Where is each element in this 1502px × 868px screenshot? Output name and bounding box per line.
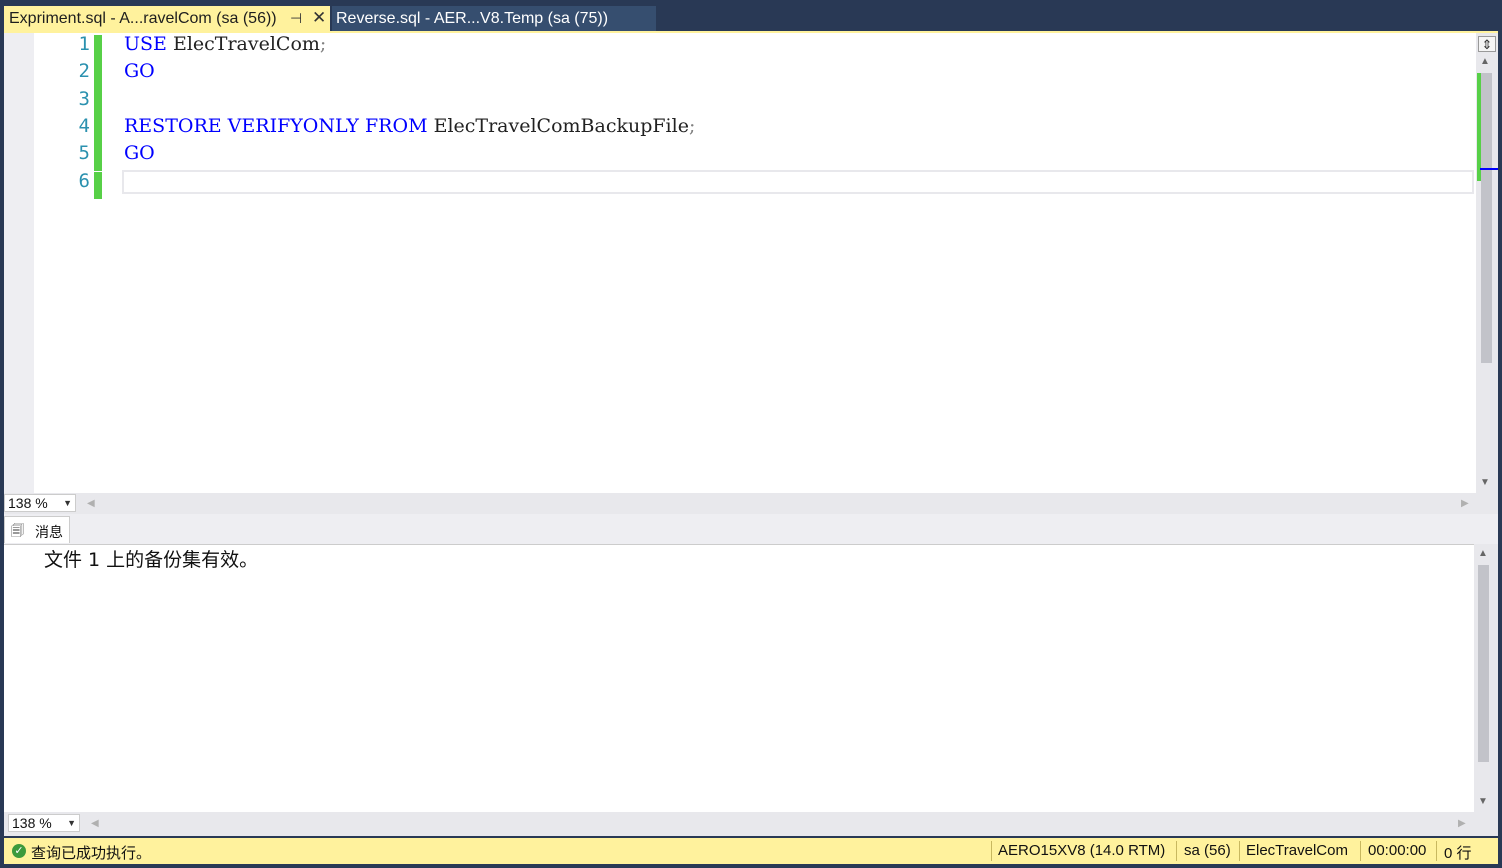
line-number: 4 [78, 114, 90, 137]
zoom-value: 138 % [8, 495, 48, 511]
tab-messages[interactable]: 🗐 消息 [4, 516, 70, 543]
scroll-up-icon[interactable]: ▲ [1480, 56, 1490, 67]
scroll-down-icon[interactable]: ▼ [1478, 796, 1488, 807]
tab-expriment-sql[interactable]: Expriment.sql - A...ravelCom (sa (56)) ⊣… [4, 6, 330, 33]
sql-token: ElecTravelCom [166, 33, 320, 55]
messages-pane[interactable]: 文件 1 上的备份集有效。 [4, 544, 1474, 812]
status-divider [1360, 841, 1361, 861]
code-line[interactable]: GO [124, 60, 155, 82]
scroll-down-icon[interactable]: ▼ [1480, 477, 1490, 488]
code-line[interactable]: USE ElecTravelCom; [124, 33, 326, 55]
status-server: AERO15XV8 (14.0 RTM) [998, 842, 1166, 859]
tab-reverse-sql[interactable]: Reverse.sql - AER...V8.Temp (sa (75)) [332, 6, 656, 33]
current-line-highlight [122, 170, 1474, 194]
sql-keyword: USE [124, 33, 167, 55]
change-bar [94, 171, 102, 199]
sql-token: ; [688, 114, 696, 137]
results-zoom-select[interactable]: 138 % ▼ [8, 814, 80, 832]
sql-token: ; [319, 33, 327, 55]
scrollbar-thumb[interactable] [1481, 73, 1492, 363]
status-rows: 0 行 [1444, 845, 1472, 862]
tab-label: 消息 [35, 524, 63, 540]
close-icon[interactable]: ✕ [312, 8, 326, 28]
sql-keyword: RESTORE [124, 114, 222, 137]
change-bar [94, 116, 102, 145]
line-number: 5 [78, 142, 90, 165]
sql-keyword: FROM [365, 114, 428, 137]
scroll-left-icon[interactable]: ◀ [87, 498, 95, 509]
line-number: 6 [78, 169, 90, 192]
zoom-value: 138 % [12, 815, 52, 831]
results-horizontal-bar [4, 812, 1498, 836]
caret-position-marker [1480, 168, 1498, 170]
scroll-right-icon[interactable]: ▶ [1461, 498, 1469, 509]
code-line[interactable]: GO [124, 142, 155, 164]
code-line[interactable]: RESTORE VERIFYONLY FROM ElecTravelComBac… [124, 115, 695, 137]
tab-title: Reverse.sql - AER...V8.Temp (sa (75)) [336, 10, 609, 27]
success-check-icon: ✓ [12, 844, 26, 858]
selection-margin [4, 33, 34, 495]
change-bar [94, 35, 102, 63]
sql-keyword: GO [124, 60, 155, 83]
line-number: 1 [78, 33, 90, 55]
query-editor[interactable]: 1 2 3 4 5 6 USE ElecTravelCom; GO RESTORE VERIF… [4, 33, 1498, 495]
status-message: 查询已成功执行。 [31, 845, 152, 862]
editor-zoom-select[interactable]: 138 % ▼ [4, 494, 76, 512]
sql-token: ElecTravelComBackupFile [427, 114, 689, 137]
status-user: sa (56) [1184, 842, 1231, 859]
line-number: 2 [78, 60, 90, 83]
pin-icon[interactable]: ⊣ [290, 10, 302, 27]
result-message: 文件 1 上的备份集有效。 [44, 549, 259, 571]
status-divider [1239, 841, 1240, 861]
status-divider [991, 841, 992, 861]
change-bar [94, 144, 102, 172]
results-tab-strip [4, 514, 1498, 544]
sql-keyword: VERIFYONLY [227, 114, 359, 137]
scroll-right-icon[interactable]: ▶ [1458, 818, 1466, 829]
status-elapsed: 00:00:00 [1368, 842, 1427, 859]
change-bar [94, 89, 102, 117]
change-bar [94, 62, 102, 90]
editor-horizontal-bar [4, 493, 1498, 514]
status-divider [1176, 841, 1177, 861]
messages-icon: 🗐 [11, 523, 24, 538]
scroll-up-icon[interactable]: ▲ [1478, 548, 1488, 559]
scroll-left-icon[interactable]: ◀ [91, 818, 99, 829]
scrollbar-thumb[interactable] [1478, 565, 1489, 762]
tab-title: Expriment.sql - A...ravelCom (sa (56)) [9, 10, 277, 27]
split-window-icon[interactable]: ⇕ [1478, 36, 1496, 52]
change-indicator [1477, 73, 1481, 181]
sql-keyword: GO [124, 142, 155, 165]
chevron-down-icon: ▼ [67, 818, 76, 828]
chevron-down-icon: ▼ [63, 498, 72, 508]
status-bar: ✓ 查询已成功执行。 AERO15XV8 (14.0 RTM) sa (56) … [4, 838, 1498, 864]
status-divider [1436, 841, 1437, 861]
line-number: 3 [78, 87, 90, 110]
status-database: ElecTravelCom [1246, 842, 1348, 859]
